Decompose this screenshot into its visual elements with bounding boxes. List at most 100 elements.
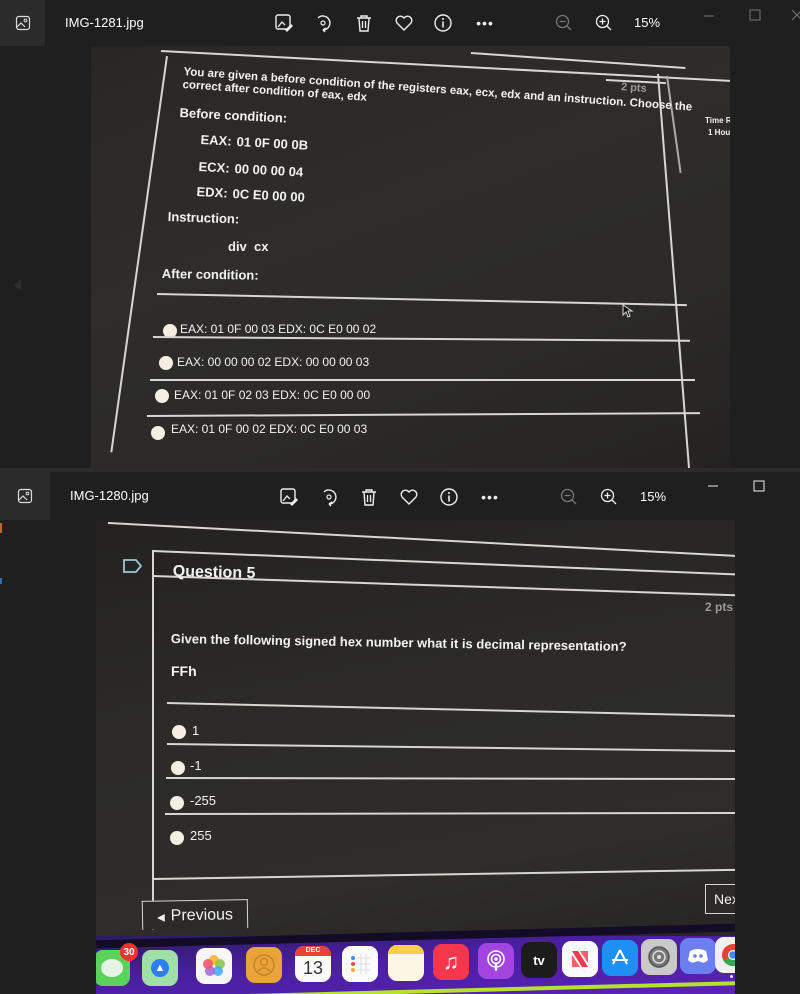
answer-option-3[interactable]: EAX: 01 0F 02 03 EDX: 0C E0 00 00	[174, 388, 370, 402]
before-condition-label: Before condition:	[179, 105, 288, 126]
calendar-month: DEC	[295, 946, 331, 956]
delete-icon[interactable]	[353, 12, 375, 34]
info-icon[interactable]	[432, 12, 454, 34]
answer-option-3[interactable]: -255	[190, 793, 216, 808]
tv-label: tv	[533, 952, 545, 968]
hex-value: FFh	[171, 663, 197, 679]
after-condition-label: After condition:	[161, 266, 259, 283]
answer-radio-1[interactable]	[172, 725, 186, 739]
divider	[152, 336, 690, 342]
maps-app-icon[interactable]: ▲	[142, 950, 178, 986]
rotate-icon[interactable]	[312, 12, 334, 34]
answer-option-4[interactable]: 255	[190, 828, 212, 843]
instruction-code: div cx	[228, 239, 269, 254]
register-ecx-value: 00 00 00 04	[234, 161, 304, 180]
quiz-photo: Question 5 2 pts Given the following sig…	[96, 520, 735, 994]
answer-radio-3[interactable]	[170, 796, 184, 810]
more-options-icon[interactable]: •••	[470, 12, 500, 34]
system-settings-app-icon[interactable]	[641, 939, 677, 975]
mouse-cursor-icon	[622, 304, 634, 318]
answer-radio-4[interactable]	[151, 426, 165, 440]
register-eax-value: 01 0F 00 0B	[236, 134, 309, 153]
points-label: 2 pts	[620, 81, 648, 95]
chrome-app-icon[interactable]	[715, 937, 735, 973]
divider	[165, 812, 735, 815]
edit-image-icon[interactable]	[273, 12, 295, 34]
divider	[156, 293, 687, 307]
photos-app-icon	[0, 472, 50, 520]
photo-viewer-window-1: IMG-1281.jpg ••• 15% 2 pts You are given…	[0, 0, 800, 468]
answer-option-2[interactable]: -1	[190, 758, 202, 773]
answer-option-1[interactable]: EAX: 01 0F 00 03 EDX: 0C E0 00 02	[180, 322, 376, 336]
divider	[166, 743, 735, 752]
divider	[150, 379, 695, 381]
answer-radio-2[interactable]	[171, 761, 185, 775]
file-name: IMG-1280.jpg	[70, 488, 149, 503]
contacts-app-icon[interactable]	[246, 947, 282, 983]
edge-artifact	[0, 578, 2, 584]
minimize-button[interactable]	[704, 478, 724, 498]
caret-left-icon: ◀	[156, 912, 165, 924]
calendar-app-icon[interactable]: DEC 13	[295, 946, 331, 982]
title-bar: IMG-1281.jpg ••• 15%	[0, 0, 800, 46]
rotate-icon[interactable]	[318, 486, 340, 508]
more-options-icon[interactable]: •••	[475, 486, 505, 508]
sidebar-border	[666, 75, 682, 174]
delete-icon[interactable]	[358, 486, 380, 508]
zoom-out-icon[interactable]	[553, 12, 575, 34]
previous-button[interactable]: ◀ Previous	[141, 899, 249, 930]
title-bar: IMG-1280.jpg ••• 15%	[0, 472, 800, 520]
info-icon[interactable]	[438, 486, 460, 508]
divider	[166, 702, 735, 717]
divider	[165, 777, 735, 780]
question-title: Question 5	[172, 563, 256, 583]
edge-artifact	[0, 523, 2, 533]
running-indicator-dot	[730, 975, 733, 978]
photos-app-icon[interactable]	[196, 948, 232, 984]
notes-app-icon[interactable]	[388, 945, 424, 981]
photo-viewer-window-2: IMG-1280.jpg ••• 15% Question 5 2 pts Gi…	[0, 468, 800, 994]
zoom-out-icon[interactable]	[558, 486, 580, 508]
points-label: 2 pts	[705, 600, 734, 614]
flag-question-icon[interactable]	[122, 558, 144, 574]
maximize-button[interactable]	[750, 478, 770, 498]
zoom-in-icon[interactable]	[593, 12, 615, 34]
next-button[interactable]: Nex	[705, 884, 735, 914]
favorite-heart-icon[interactable]	[398, 486, 420, 508]
news-app-icon[interactable]	[562, 941, 598, 977]
answer-radio-3[interactable]	[155, 389, 169, 403]
app-store-app-icon[interactable]	[602, 940, 638, 976]
register-eax-name: EAX:	[200, 132, 233, 149]
answer-radio-2[interactable]	[159, 356, 173, 370]
zoom-level: 15%	[634, 15, 661, 30]
macos-dock: 30 ▲ DEC 13 ♫ tv	[96, 923, 735, 994]
favorite-heart-icon[interactable]	[393, 12, 415, 34]
maximize-button[interactable]	[746, 8, 766, 28]
calendar-day: 13	[302, 958, 324, 978]
edit-image-icon[interactable]	[278, 486, 300, 508]
music-app-icon[interactable]: ♫	[433, 944, 469, 980]
zoom-in-icon[interactable]	[598, 486, 620, 508]
discord-app-icon[interactable]	[680, 938, 716, 974]
notification-badge: 30	[120, 943, 138, 961]
next-label: Nex	[714, 891, 735, 907]
reminders-app-icon[interactable]	[342, 946, 378, 982]
register-ecx-name: ECX:	[198, 159, 231, 176]
minimize-button[interactable]	[700, 8, 720, 28]
answer-option-1[interactable]: 1	[192, 723, 199, 738]
card-left-border	[152, 550, 154, 930]
file-name: IMG-1281.jpg	[65, 15, 144, 30]
dock-edge-highlight	[216, 981, 735, 994]
register-edx-name: EDX:	[196, 184, 229, 201]
answer-radio-4[interactable]	[170, 831, 184, 845]
apple-tv-app-icon[interactable]: tv	[521, 942, 557, 978]
close-button[interactable]	[790, 8, 800, 28]
previous-image-arrow-icon[interactable]	[8, 275, 24, 295]
podcasts-app-icon[interactable]	[478, 943, 514, 979]
register-edx-value: 0C E0 00 00	[232, 186, 306, 205]
answer-option-4[interactable]: EAX: 01 0F 00 02 EDX: 0C E0 00 03	[171, 422, 367, 436]
instruction-label: Instruction:	[167, 209, 240, 227]
answer-option-2[interactable]: EAX: 00 00 00 02 EDX: 00 00 00 03	[177, 355, 369, 369]
time-remaining-label: Time R	[705, 116, 730, 125]
zoom-level: 15%	[640, 489, 667, 504]
